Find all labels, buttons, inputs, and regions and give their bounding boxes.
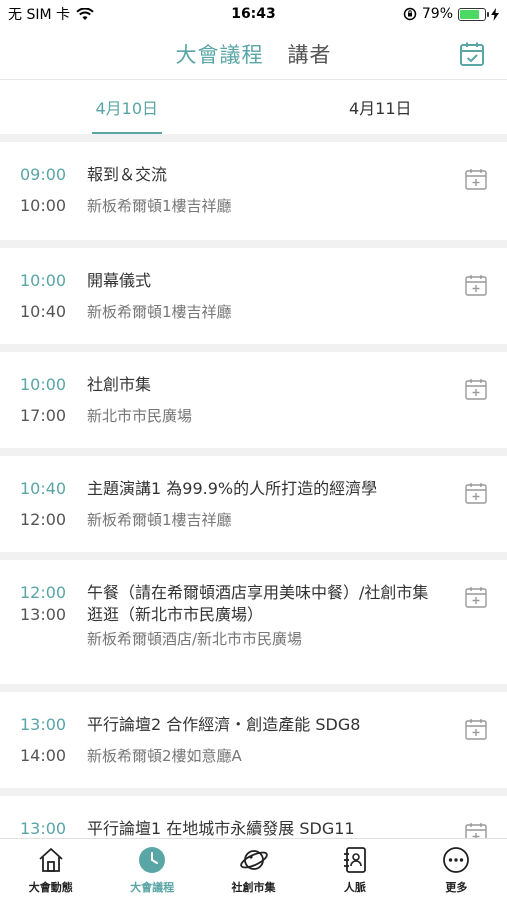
agenda-item[interactable]: 10:00 開幕儀式 10:40 新板希爾頓1樓吉祥廳 xyxy=(0,248,507,344)
clock-icon xyxy=(139,846,166,873)
session-title: 報到＆交流 xyxy=(87,165,168,184)
add-to-calendar-icon[interactable] xyxy=(465,586,487,608)
agenda-row: 10:40 新板希爾頓1樓吉祥廳 xyxy=(20,301,487,323)
session-location: 新板希爾頓酒店/新北市市民廣場 xyxy=(87,630,303,648)
nav-item-news[interactable]: 大會動態 xyxy=(0,839,101,900)
header: 大會議程 講者 xyxy=(0,28,507,80)
nav-label: 人脈 xyxy=(343,880,366,894)
start-time: 10:40 xyxy=(20,479,67,498)
agenda-row: 13:00 平行論壇1 在地城市永續發展 SDG11 xyxy=(20,818,487,838)
nav-item-contacts[interactable]: 人脈 xyxy=(304,839,405,900)
add-to-calendar-icon[interactable] xyxy=(465,482,487,504)
wifi-icon xyxy=(76,7,94,20)
agenda-row: 新板希爾頓酒店/新北市市民廣場 xyxy=(20,628,487,650)
session-location: 新北市市民廣場 xyxy=(87,407,193,425)
agenda-list[interactable]: 09:00 報到＆交流 10:00 新板希爾頓1樓吉祥廳 10:00 開幕儀式 … xyxy=(0,142,507,838)
date-tabs: 4月10日 4月11日 xyxy=(0,80,507,134)
status-bar: 无 SIM 卡 16:43 79% xyxy=(0,0,507,28)
agenda-row: 10:00 社創市集 xyxy=(20,374,487,396)
session-title: 社創市集 xyxy=(87,375,152,394)
agenda-row: 14:00 新板希爾頓2樓如意廳A xyxy=(20,745,487,767)
date-tab-apr11[interactable]: 4月11日 xyxy=(254,80,507,134)
tab-agenda[interactable]: 大會議程 xyxy=(176,39,264,69)
tab-speakers[interactable]: 講者 xyxy=(288,39,332,69)
nav-label: 社創市集 xyxy=(231,880,276,894)
add-to-calendar-icon[interactable] xyxy=(465,378,487,400)
session-title: 主題演講1 為99.9%的人所打造的經濟學 xyxy=(87,479,378,498)
nav-label: 大會動態 xyxy=(28,880,73,894)
start-time: 10:00 xyxy=(20,375,67,394)
agenda-row: 17:00 新北市市民廣場 xyxy=(20,405,487,427)
add-to-calendar-icon[interactable] xyxy=(465,718,487,740)
agenda-row: 13:00 平行論壇2 合作經濟・創造產能 SDG8 xyxy=(20,714,487,736)
add-to-calendar-icon[interactable] xyxy=(465,168,487,190)
date-tab-apr10[interactable]: 4月10日 xyxy=(0,80,254,134)
add-to-calendar-icon[interactable] xyxy=(465,822,487,838)
start-time: 12:00 xyxy=(20,583,67,602)
agenda-item[interactable]: 10:00 社創市集 17:00 新北市市民廣場 xyxy=(0,352,507,448)
end-time: 13:00 xyxy=(20,605,67,624)
nav-label: 更多 xyxy=(445,880,468,894)
session-location: 新板希爾頓2樓如意廳A xyxy=(87,747,242,765)
session-title: 開幕儀式 xyxy=(87,271,152,290)
session-title: 平行論壇2 合作經濟・創造產能 SDG8 xyxy=(87,715,361,734)
agenda-item[interactable]: 13:00 平行論壇2 合作經濟・創造產能 SDG8 14:00 新板希爾頓2樓… xyxy=(0,692,507,788)
end-time: 10:00 xyxy=(20,196,67,215)
calendar-check-icon[interactable] xyxy=(459,41,485,67)
nav-item-more[interactable]: 更多 xyxy=(406,839,507,900)
agenda-row: 10:00 新板希爾頓1樓吉祥廳 xyxy=(20,195,487,217)
agenda-item[interactable]: 10:40 主題演講1 為99.9%的人所打造的經濟學 12:00 新板希爾頓1… xyxy=(0,456,507,552)
agenda-row: 10:00 開幕儀式 xyxy=(20,270,487,292)
start-time: 13:00 xyxy=(20,819,67,838)
charging-icon xyxy=(491,7,499,21)
agenda-row: 09:00 報到＆交流 xyxy=(20,164,487,186)
planet-icon xyxy=(239,849,268,870)
start-time: 09:00 xyxy=(20,165,67,184)
status-left: 无 SIM 卡 xyxy=(8,4,94,24)
nav-item-agenda[interactable]: 大會議程 xyxy=(101,839,202,900)
agenda-row: 12:00 新板希爾頓1樓吉祥廳 xyxy=(20,509,487,531)
session-location: 新板希爾頓1樓吉祥廳 xyxy=(87,197,232,215)
carrier-label: 无 SIM 卡 xyxy=(8,7,70,23)
end-time: 10:40 xyxy=(20,302,67,321)
session-title: 午餐（請在希爾頓酒店享用美味中餐）/社創市集逛逛（新北市市民廣場） xyxy=(87,583,429,624)
nav-item-market[interactable]: 社創市集 xyxy=(203,839,304,900)
orientation-lock-icon xyxy=(403,7,417,21)
agenda-row: 10:40 主題演講1 為99.9%的人所打造的經濟學 xyxy=(20,478,487,500)
bottom-nav: 大會動態 大會議程 社創市集 人脈 更多 xyxy=(0,838,507,900)
battery-percent: 79% xyxy=(421,6,453,22)
home-icon xyxy=(39,847,63,872)
end-time: 14:00 xyxy=(20,746,67,765)
battery-icon xyxy=(458,7,489,21)
end-time: 17:00 xyxy=(20,406,67,425)
add-to-calendar-icon[interactable] xyxy=(465,274,487,296)
contacts-icon xyxy=(343,846,366,873)
end-time: 12:00 xyxy=(20,510,67,529)
session-location: 新板希爾頓1樓吉祥廳 xyxy=(87,303,232,321)
agenda-row: 12:00 午餐（請在希爾頓酒店享用美味中餐）/社創市集逛逛（新北市市民廣場） xyxy=(20,582,487,626)
more-icon xyxy=(443,846,470,873)
session-title: 平行論壇1 在地城市永續發展 SDG11 xyxy=(87,819,355,838)
start-time: 13:00 xyxy=(20,715,67,734)
agenda-item[interactable]: 09:00 報到＆交流 10:00 新板希爾頓1樓吉祥廳 xyxy=(0,142,507,240)
agenda-item[interactable]: 12:00 午餐（請在希爾頓酒店享用美味中餐）/社創市集逛逛（新北市市民廣場） … xyxy=(0,560,507,684)
start-time: 10:00 xyxy=(20,271,67,290)
agenda-item[interactable]: 13:00 平行論壇1 在地城市永續發展 SDG11 xyxy=(0,796,507,838)
session-location: 新板希爾頓1樓吉祥廳 xyxy=(87,511,232,529)
nav-label: 大會議程 xyxy=(130,880,175,894)
status-right: 79% xyxy=(403,6,499,22)
battery-fill xyxy=(460,9,479,19)
